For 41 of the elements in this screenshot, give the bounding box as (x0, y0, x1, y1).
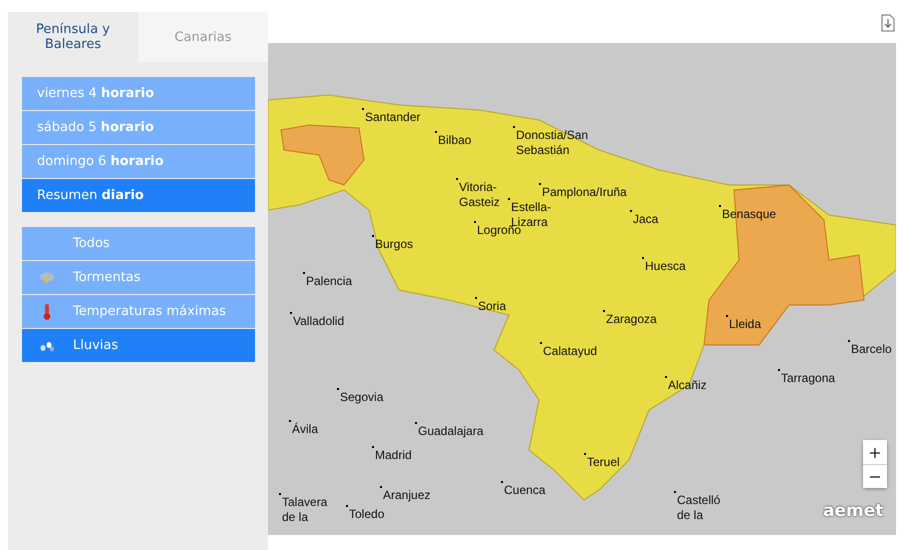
city-label: Calatayud (540, 344, 598, 359)
phenomenon-item[interactable]: Lluvias (22, 329, 255, 362)
map-logo: aemet (823, 501, 884, 521)
download-file-icon[interactable] (881, 14, 895, 32)
city-label: Soria (475, 299, 506, 314)
city-label: Madrid (372, 448, 412, 463)
city-label: Barcelo (848, 342, 892, 357)
city-label: Toledo (346, 507, 384, 522)
zoom-in-button[interactable]: + (863, 440, 887, 464)
city-label: Vitoria-Gasteiz (456, 180, 509, 210)
city-label: Talavera de la (279, 495, 332, 525)
city-label: Cuenca (501, 483, 546, 498)
region-tab[interactable]: Canarias (138, 12, 268, 62)
city-label: Jaca (630, 212, 658, 227)
zoom-out-button[interactable]: − (863, 464, 887, 488)
city-label: Castelló de la (674, 493, 727, 523)
city-label: Zaragoza (603, 312, 657, 327)
city-label: Huesca (642, 259, 686, 274)
city-label: Aranjuez (380, 488, 430, 503)
day-item[interactable]: sábado 5 horario (22, 111, 255, 144)
city-label: Guadalajara (415, 424, 484, 439)
day-item[interactable]: Resumen diario (22, 179, 255, 212)
storm-cloud-icon (39, 270, 55, 284)
city-label: Pamplona/Iruña (539, 185, 627, 200)
phenomenon-item[interactable]: Tormentas (22, 261, 255, 294)
phenomenon-item[interactable]: Temperaturas máximas (22, 295, 255, 328)
city-label: Teruel (584, 455, 620, 470)
city-label: Lleida (726, 317, 762, 332)
day-item[interactable]: viernes 4 horario (22, 77, 255, 110)
city-label: Segovia (337, 390, 384, 405)
day-item[interactable]: domingo 6 horario (22, 145, 255, 178)
city-label: Bilbao (435, 133, 472, 148)
city-label: Santander (362, 110, 420, 125)
city-label: Ávila (289, 422, 318, 437)
raindrops-icon (39, 340, 55, 352)
city-label: Benasque (719, 207, 776, 222)
city-label: Palencia (303, 274, 352, 289)
city-label: Valladolid (290, 314, 344, 329)
phenomenon-item[interactable]: Todos (22, 227, 255, 260)
city-label: Tarragona (778, 371, 836, 386)
thermometer-icon (42, 304, 52, 320)
